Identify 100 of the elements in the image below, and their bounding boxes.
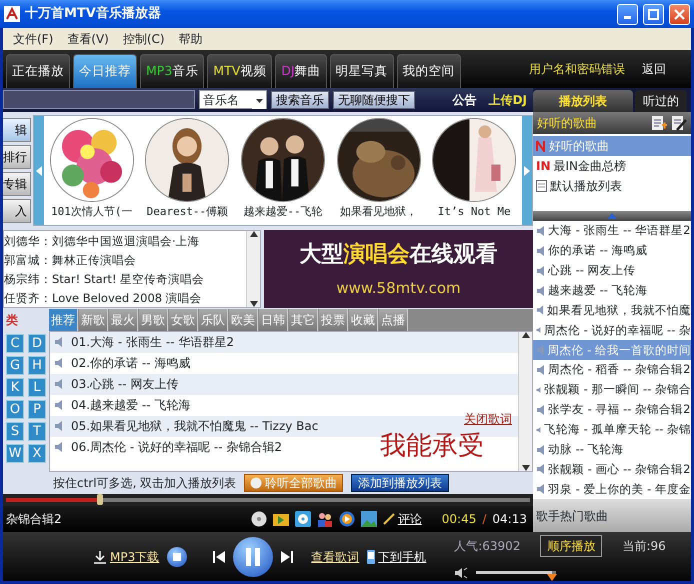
popularity-text: 人气:63902 xyxy=(454,538,520,554)
next-button[interactable] xyxy=(281,550,294,562)
view-lyrics-link[interactable]: 查看歌词 xyxy=(311,548,360,566)
search-button[interactable]: 无聊随便搜下 xyxy=(333,90,415,109)
folder-icon[interactable] xyxy=(272,511,289,528)
playlist-song[interactable]: 你的承诺 -- 海鸣威 xyxy=(533,240,691,261)
play-icon[interactable] xyxy=(338,511,355,528)
menu-item[interactable]: 控制(C) xyxy=(122,30,165,48)
letter-button[interactable]: H xyxy=(28,356,46,375)
letter-button[interactable]: X xyxy=(28,444,46,463)
pause-button[interactable] xyxy=(233,536,274,576)
speaker-icon xyxy=(54,357,63,370)
letter-button[interactable]: T xyxy=(28,422,46,441)
concert-link[interactable]: 郭富城：舞林正传演唱会 xyxy=(4,252,246,271)
concert-link[interactable]: 任贤齐：Love Beloved 2008 演唱会 xyxy=(4,290,246,307)
panel-tab[interactable]: 听过的 xyxy=(635,90,687,112)
stop-button[interactable] xyxy=(167,546,188,566)
scroll-down-icon[interactable] xyxy=(522,465,530,472)
edit-playlist-icon[interactable] xyxy=(671,114,687,131)
nav-tab[interactable]: MTV视频 xyxy=(207,54,272,88)
letter-button[interactable]: O xyxy=(6,400,24,419)
window-title: 十万首MTV音乐播放器 xyxy=(25,4,162,24)
duration-time: 04:13 xyxy=(492,511,527,528)
nav-tab[interactable]: DJ舞曲 xyxy=(275,54,327,88)
close-button[interactable] xyxy=(669,4,690,24)
carousel-left-button[interactable] xyxy=(34,116,44,225)
playlist-item[interactable]: 默认播放列表 xyxy=(533,176,691,196)
playlist-song[interactable]: 动脉 -- 飞轮海 xyxy=(533,440,691,460)
volume-handle[interactable] xyxy=(547,574,558,581)
banner[interactable]: 大型演唱会在线观看 www.58mtv.com xyxy=(264,230,533,308)
nav-tab[interactable]: 明星写真 xyxy=(330,54,394,88)
volume-icon[interactable] xyxy=(454,566,468,578)
nav-tab[interactable]: 正在播放 xyxy=(6,54,70,88)
side-tab[interactable]: 入 xyxy=(3,198,31,223)
playlist-song[interactable]: 周杰伦 - 说好的幸福呢 -- 杂 xyxy=(533,320,691,340)
letter-button[interactable]: L xyxy=(28,378,46,397)
letter-button[interactable]: G xyxy=(6,356,24,375)
song-title[interactable]: 02.你的承诺 -- 海鸣威 xyxy=(71,354,190,372)
playlist-song[interactable]: 张靓颖 - 画心 -- 杂锦合辑2 xyxy=(533,459,691,480)
album-caption[interactable]: 101次情人节(一 xyxy=(51,204,133,220)
previous-button[interactable] xyxy=(213,550,226,562)
add-to-playlist-button[interactable]: 添加到播放列表 xyxy=(351,474,450,492)
concert-link[interactable]: 刘德华：刘德华中国巡迴演唱会·上海 xyxy=(4,232,246,252)
menu-item[interactable]: 文件(F) xyxy=(13,30,54,48)
playlist-song[interactable]: 张靓颖 - 那一瞬间 -- 杂锦合 xyxy=(533,380,691,400)
disc-icon[interactable] xyxy=(250,511,267,528)
playlist-song[interactable]: 心跳 -- 网友上传 xyxy=(533,260,691,281)
splitter-handle[interactable] xyxy=(533,211,691,222)
minimize-icon xyxy=(624,16,631,18)
album-caption[interactable]: Dearest--傅颖 xyxy=(146,204,228,220)
menu-item[interactable]: 查看(V) xyxy=(67,30,109,48)
side-tab[interactable]: 辑 xyxy=(3,118,31,142)
playlist-song[interactable]: 越来越爱 -- 飞轮海 xyxy=(533,280,691,301)
mp3-download-link[interactable]: MP3下载 xyxy=(93,548,160,566)
cd-icon[interactable] xyxy=(294,511,311,528)
add-playlist-icon[interactable] xyxy=(651,114,667,131)
dropdown-caret-icon[interactable] xyxy=(256,98,262,103)
to-phone-link[interactable]: 下到手机 xyxy=(367,548,426,566)
nav-tab[interactable]: 我的空间 xyxy=(396,54,461,88)
playlist-song[interactable]: 张学友 - 寻福 -- 杂锦合辑2 xyxy=(533,400,691,420)
letter-button[interactable]: P xyxy=(28,400,46,419)
progress-handle[interactable] xyxy=(97,494,104,506)
back-link[interactable]: 返回 xyxy=(642,60,666,78)
letter-button[interactable]: K xyxy=(6,378,24,397)
playlist-song[interactable]: 如果看见地狱，我就不怕魔 xyxy=(533,300,691,320)
nav-tab[interactable]: MP3音乐 xyxy=(140,54,204,88)
song-title[interactable]: 03.心跳 -- 网友上传 xyxy=(71,375,178,394)
maximize-button[interactable] xyxy=(643,4,664,24)
letter-button[interactable]: W xyxy=(6,444,24,463)
playlist-song[interactable]: 飞轮海 - 孤单摩天轮 -- 杂锦 xyxy=(533,420,691,440)
search-button[interactable]: 搜索音乐 xyxy=(271,90,329,109)
banner-url: www.58mtv.com xyxy=(336,278,461,300)
letter-button[interactable]: D xyxy=(28,334,46,353)
album-caption[interactable]: It’s Not Me xyxy=(438,204,511,220)
search-field[interactable] xyxy=(3,90,195,110)
playlist-item[interactable]: IN 最IN金曲总榜 xyxy=(533,156,691,176)
carousel-right-button[interactable] xyxy=(522,116,532,225)
panel-tab[interactable]: 播放列表 xyxy=(533,90,633,112)
minimize-button[interactable] xyxy=(617,4,638,24)
song-title[interactable]: 06.周杰伦 - 说好的幸福呢 -- 杂锦合辑2 xyxy=(71,438,282,456)
letter-button[interactable]: S xyxy=(6,422,24,441)
comment-link[interactable]: 评论 xyxy=(382,510,422,528)
concert-link[interactable]: 杨宗纬：Star! Start! 星空传奇演唱会 xyxy=(4,270,246,290)
side-tab[interactable]: 专辑 xyxy=(3,172,31,196)
category-tab[interactable]: 推荐 xyxy=(49,308,78,331)
playlist-song[interactable]: 周杰伦 - 稻香 -- 杂锦合辑2 xyxy=(533,360,691,380)
side-tab[interactable]: 排行 xyxy=(3,144,31,169)
upload-link[interactable]: 上传DJ xyxy=(488,90,527,109)
menu-item[interactable]: 帮助 xyxy=(178,30,203,48)
people-icon[interactable] xyxy=(316,511,333,528)
letter-button[interactable]: C xyxy=(6,334,24,353)
playlist-song[interactable]: 羽泉 - 爱上你的美 - 年度金 xyxy=(533,479,691,500)
song-title[interactable]: 04.越来越爱 -- 飞轮海 xyxy=(71,396,190,414)
image-icon[interactable] xyxy=(360,511,377,528)
album-caption[interactable]: 越来越爱--飞轮 xyxy=(243,204,323,220)
playlist-song[interactable]: 大海 - 张雨生 -- 华语群星2 xyxy=(533,221,691,241)
close-lyrics-link[interactable]: 关闭歌词 xyxy=(464,410,512,428)
search-type-select[interactable]: 音乐名 xyxy=(199,90,267,110)
album-caption[interactable]: 如果看见地狱， xyxy=(340,204,418,220)
play-mode-button[interactable]: 顺序播放 xyxy=(540,534,602,556)
